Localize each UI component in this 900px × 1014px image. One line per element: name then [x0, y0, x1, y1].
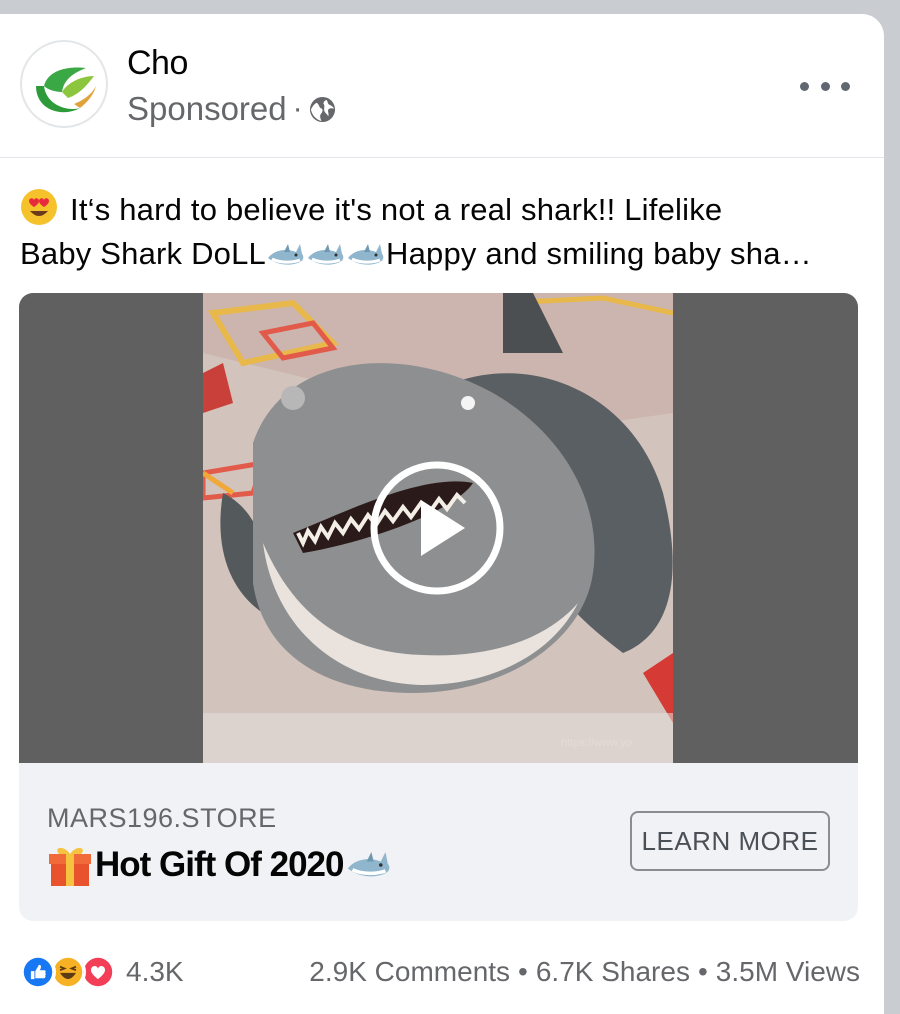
shark-emoji-icon: [307, 244, 344, 265]
more-dot: [841, 81, 850, 91]
caption-text-1: It‘s hard to believe it's not a real sha…: [70, 192, 723, 227]
post-header: Cho Sponsored ·: [0, 14, 884, 158]
sponsored-post-card: Cho Sponsored · It‘s hard to believe it'…: [0, 14, 884, 1014]
link-preview[interactable]: MARS196.STORE Hot Gift Of 2020 LEARN MOR…: [19, 763, 858, 921]
comments-count[interactable]: 2.9K Comments: [309, 956, 510, 987]
caption-line-1: It‘s hard to believe it's not a real sha…: [20, 188, 870, 232]
caption-text-2a: Baby Shark DoLL: [20, 236, 266, 271]
shark-emoji-icon: [348, 852, 390, 877]
leaf-logo-icon: [24, 44, 104, 124]
gift-emoji-icon: [49, 847, 91, 886]
stats-bullet: •: [697, 956, 708, 987]
stats-bullet: •: [518, 956, 528, 987]
like-reaction-icon: [20, 954, 56, 990]
learn-more-button[interactable]: LEARN MORE: [630, 811, 830, 871]
shark-emoji-icon: [267, 244, 304, 265]
post-stats: 2.9K Comments • 6.7K Shares • 3.5M Views: [309, 956, 860, 988]
shark-emoji-icon: [347, 244, 384, 265]
caption-text-2b: Happy and smiling baby sha…: [385, 236, 812, 271]
page-avatar[interactable]: [20, 40, 108, 128]
video-player[interactable]: https://www.yo: [19, 293, 858, 763]
more-options-icon[interactable]: [800, 74, 850, 98]
post-caption: It‘s hard to believe it's not a real sha…: [20, 188, 870, 276]
page-name[interactable]: Cho: [127, 44, 188, 83]
reaction-count[interactable]: 4.3K: [126, 956, 184, 988]
heart-eyes-emoji-icon: [21, 189, 57, 225]
link-headline[interactable]: Hot Gift Of 2020: [47, 839, 393, 891]
caption-line-2: Baby Shark DoLL Happy and smiling baby s…: [20, 232, 870, 276]
headline-text: Hot Gift Of 2020: [95, 845, 344, 884]
views-count: 3.5M Views: [715, 956, 860, 987]
reaction-icons[interactable]: 4.3K: [20, 954, 184, 990]
link-domain: MARS196.STORE: [47, 803, 277, 833]
sponsored-label[interactable]: Sponsored: [127, 90, 287, 128]
more-dot: [800, 81, 809, 91]
more-dot: [820, 81, 830, 91]
play-icon[interactable]: [369, 460, 505, 596]
meta-separator: ·: [292, 92, 303, 125]
shares-count[interactable]: 6.7K Shares: [536, 956, 690, 987]
engagement-bar: 4.3K 2.9K Comments • 6.7K Shares • 3.5M View…: [20, 952, 860, 992]
post-meta: Sponsored ·: [127, 89, 336, 129]
video-watermark: https://www.yo: [561, 737, 632, 749]
globe-icon[interactable]: [309, 96, 336, 123]
